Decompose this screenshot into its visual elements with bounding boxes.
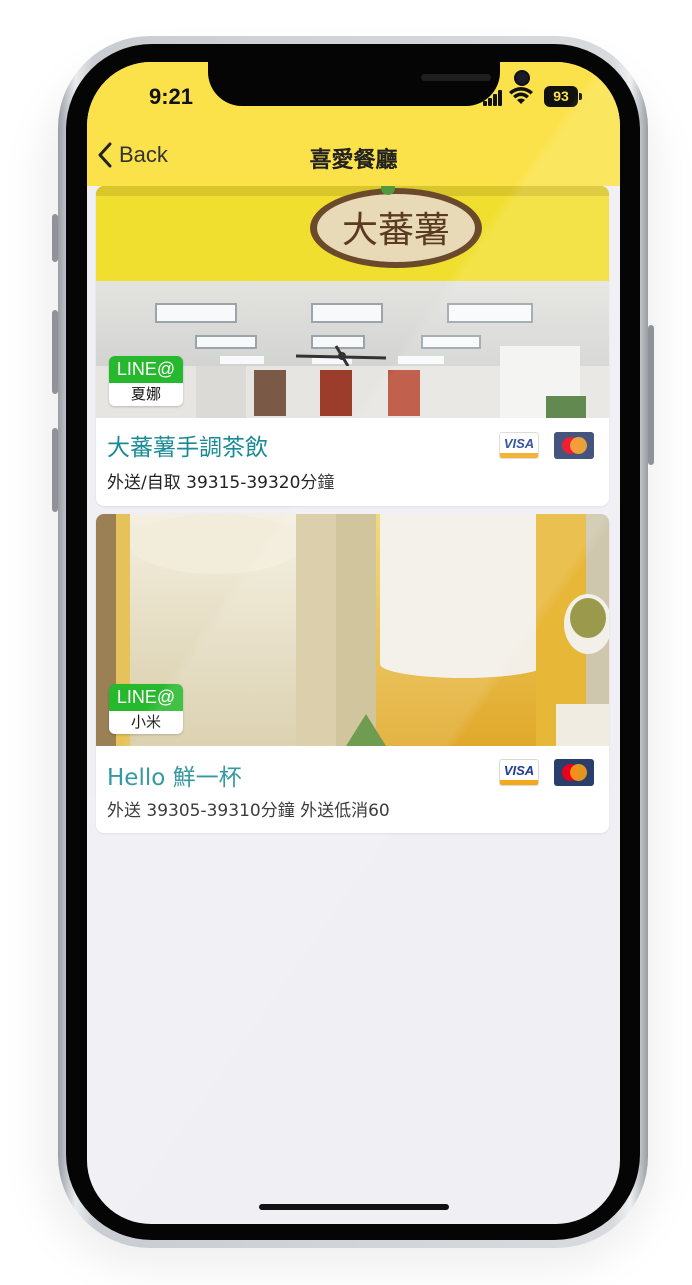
mastercard-icon bbox=[554, 432, 594, 459]
restaurant-name: 大蕃薯手調茶飲 bbox=[107, 435, 268, 461]
page-title: 喜愛餐廳 bbox=[309, 148, 398, 173]
mastercard-icon bbox=[554, 759, 594, 786]
home-indicator[interactable] bbox=[259, 1204, 449, 1210]
navigation-header: 9:21 93 Back 喜愛餐廳 bbox=[87, 62, 620, 186]
line-badge-label: LINE@ bbox=[109, 684, 183, 711]
phone-screen: 9:21 93 Back 喜愛餐廳 大蕃薯 LINE@ 夏娜 大蕃薯手調茶飲 外… bbox=[87, 62, 620, 1224]
line-account-name: 夏娜 bbox=[109, 383, 183, 406]
delivery-info: 外送 39305-39310分鐘 外送低消60 bbox=[107, 801, 390, 821]
volume-down-button bbox=[52, 428, 58, 512]
visa-label: VISA bbox=[503, 763, 535, 778]
visa-label: VISA bbox=[503, 436, 535, 451]
restaurant-photo: LINE@ 小米 bbox=[96, 514, 609, 746]
line-account-name: 小米 bbox=[109, 711, 183, 734]
store-sign-text: 大蕃薯 bbox=[342, 210, 450, 251]
line-official-badge: LINE@ 夏娜 bbox=[109, 356, 183, 406]
visa-icon: VISA bbox=[499, 432, 539, 459]
visa-icon: VISA bbox=[499, 759, 539, 786]
battery-icon: 93 bbox=[544, 86, 582, 107]
speaker-grille bbox=[421, 74, 491, 81]
status-time: 9:21 bbox=[149, 84, 194, 109]
notch bbox=[208, 62, 528, 106]
mute-switch bbox=[52, 214, 58, 262]
line-badge-label: LINE@ bbox=[109, 356, 183, 383]
front-camera bbox=[516, 72, 528, 84]
wifi-icon bbox=[509, 87, 533, 104]
delivery-info: 外送/自取 39315-39320分鐘 bbox=[107, 473, 335, 493]
restaurant-name: Hello 鮮一杯 bbox=[107, 765, 242, 791]
restaurant-photo: 大蕃薯 LINE@ 夏娜 bbox=[96, 186, 609, 418]
power-button bbox=[648, 325, 654, 465]
volume-up-button bbox=[52, 310, 58, 394]
restaurant-card[interactable]: 大蕃薯 LINE@ 夏娜 大蕃薯手調茶飲 外送/自取 39315-39320分鐘… bbox=[96, 186, 609, 506]
line-official-badge: LINE@ 小米 bbox=[109, 684, 183, 734]
restaurant-card[interactable]: LINE@ 小米 Hello 鮮一杯 外送 39305-39310分鐘 外送低消… bbox=[96, 514, 609, 833]
